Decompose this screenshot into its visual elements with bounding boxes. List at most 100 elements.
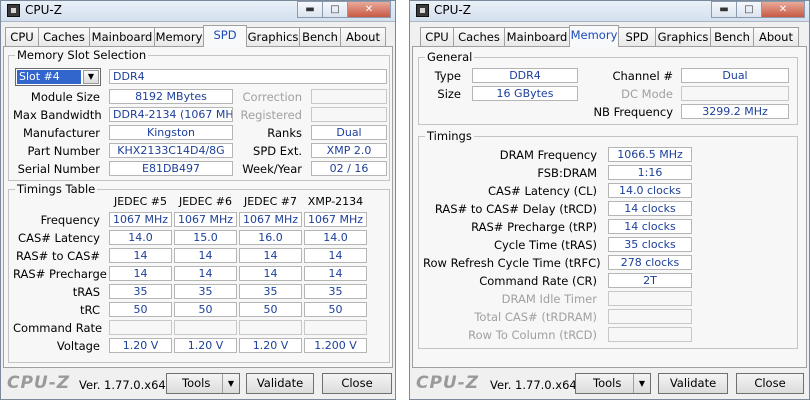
cpuz-logo: CPU-Z	[7, 373, 71, 393]
tab-memory[interactable]: Memory	[569, 25, 619, 47]
window-title: CPU-Z	[434, 3, 471, 17]
chevron-down-icon[interactable]: ▼	[222, 374, 239, 393]
manufacturer-field: Kingston	[109, 125, 233, 140]
timing-row-label: tRC	[80, 303, 100, 317]
tab-caches[interactable]: Caches	[38, 27, 90, 46]
timings-table-group: Timings Table JEDEC #5 JEDEC #6 JEDEC #7…	[8, 182, 390, 363]
correction-label: Correction	[242, 90, 303, 104]
group-title: General	[425, 50, 475, 64]
spd-ext-label: SPD Ext.	[253, 144, 302, 158]
timing-cell: 50	[239, 302, 302, 317]
tab-bench[interactable]: Bench	[710, 27, 754, 46]
ranks-label: Ranks	[267, 126, 302, 140]
title-bar[interactable]: CPU-Z ▬ □ ✕	[1, 1, 395, 22]
tools-button[interactable]: Tools ▼	[166, 373, 240, 394]
tab-graphics[interactable]: Graphics	[655, 27, 711, 46]
tab-mainboard[interactable]: Mainboard	[504, 27, 570, 46]
module-size-label: Module Size	[30, 90, 100, 104]
timing-cell: 1.20 V	[174, 338, 237, 353]
timing-row-label: RAS# to CAS#	[15, 249, 100, 263]
column-header: JEDEC #5	[113, 195, 167, 208]
maximize-icon[interactable]: □	[322, 1, 348, 18]
tab-memory[interactable]: Memory	[154, 27, 204, 46]
tab-cpu[interactable]: CPU	[420, 27, 454, 46]
bottom-bar: CPU-Z Ver. 1.77.0.x64 Tools ▼ Validate C…	[410, 369, 809, 399]
timing-cell: 1067 MHz	[109, 212, 172, 227]
close-icon[interactable]: ✕	[347, 1, 391, 18]
maximize-icon[interactable]: □	[736, 1, 762, 18]
memory-slot-selection-group: Memory Slot Selection Slot #4 ▼ DDR4 Mod…	[8, 48, 390, 181]
version-label: Ver. 1.77.0.x64	[79, 378, 166, 392]
type-field: DDR4	[472, 68, 578, 83]
cas-latency-label: CAS# Latency (CL)	[487, 184, 597, 198]
tab-about[interactable]: About	[340, 27, 386, 46]
command-rate-label: Command Rate (CR)	[479, 274, 597, 288]
bottom-bar: CPU-Z Ver. 1.77.0.x64 Tools ▼ Validate C…	[1, 369, 395, 399]
cas-latency-field: 14.0 clocks	[608, 183, 692, 198]
fsb-dram-field: 1:16	[608, 165, 692, 180]
tab-cpu[interactable]: CPU	[5, 27, 39, 46]
general-group: General Type DDR4 Size 16 GBytes Channel…	[418, 50, 798, 125]
tab-about[interactable]: About	[753, 27, 799, 46]
slot-select[interactable]: Slot #4 ▼	[15, 68, 101, 86]
validate-button[interactable]: Validate	[658, 373, 728, 394]
timing-row-label: RAS# Precharge	[13, 267, 107, 281]
timing-cell: 14.0	[304, 230, 367, 245]
window-gap	[396, 0, 409, 400]
tab-spd[interactable]: SPD	[618, 27, 656, 46]
title-bar[interactable]: CPU-Z ▬ □ ✕	[410, 1, 809, 22]
max-bandwidth-label: Max Bandwidth	[13, 108, 102, 122]
timing-row-label: CAS# Latency	[18, 231, 100, 245]
dc-mode-field	[681, 86, 789, 101]
cpuz-app-icon	[7, 4, 20, 17]
close-icon[interactable]: ✕	[761, 1, 805, 18]
timing-cell: 35	[239, 284, 302, 299]
group-title: Memory Slot Selection	[15, 48, 149, 62]
trfc-label: Row Refresh Cycle Time (tRFC)	[423, 256, 601, 270]
tab-graphics[interactable]: Graphics	[246, 27, 300, 46]
minimize-icon[interactable]: ▬	[711, 1, 737, 18]
trcd-field: 14 clocks	[608, 201, 692, 216]
timing-cell: 35	[174, 284, 237, 299]
row-to-column-field	[608, 327, 692, 342]
row-to-column-label: Row To Column (tRCD)	[468, 328, 597, 342]
dram-idle-timer-label: DRAM Idle Timer	[501, 292, 597, 306]
tab-mainboard[interactable]: Mainboard	[89, 27, 155, 46]
registered-field	[311, 107, 387, 122]
minimize-icon[interactable]: ▬	[297, 1, 323, 18]
tab-bench[interactable]: Bench	[299, 27, 341, 46]
trfc-field: 278 clocks	[608, 255, 692, 270]
timing-cell: 16.0	[239, 230, 302, 245]
close-button[interactable]: Close	[322, 373, 392, 394]
chevron-down-icon[interactable]: ▼	[633, 374, 650, 393]
validate-button[interactable]: Validate	[246, 373, 314, 394]
timing-cell: 35	[109, 284, 172, 299]
cpuz-window-memory: CPU-Z ▬ □ ✕ CPU Caches Mainboard Memory …	[409, 0, 810, 400]
part-number-field: KHX2133C14D4/8G	[109, 143, 233, 158]
window-title: CPU-Z	[25, 3, 62, 17]
column-header: JEDEC #7	[243, 195, 297, 208]
cpuz-logo: CPU-Z	[416, 373, 480, 393]
timing-cell: 14	[174, 248, 237, 263]
tools-button[interactable]: Tools ▼	[575, 373, 651, 394]
tab-spd[interactable]: SPD	[203, 25, 247, 47]
column-header: XMP-2134	[307, 195, 364, 208]
timing-cell: 14	[174, 266, 237, 281]
timing-cell: 1.20 V	[109, 338, 172, 353]
module-type-field: DDR4	[109, 69, 387, 84]
channel-label: Channel #	[612, 69, 673, 83]
slot-select-value: Slot #4	[17, 70, 81, 84]
tab-caches[interactable]: Caches	[453, 27, 505, 46]
timing-cell: 1067 MHz	[174, 212, 237, 227]
timing-row-label: Command Rate	[13, 321, 103, 335]
serial-number-label: Serial Number	[17, 162, 100, 176]
timing-cell: 1067 MHz	[304, 212, 367, 227]
type-label: Type	[434, 69, 461, 83]
chevron-down-icon[interactable]: ▼	[83, 70, 99, 84]
timing-cell	[109, 320, 172, 335]
tras-field: 35 clocks	[608, 237, 692, 252]
close-button[interactable]: Close	[736, 373, 804, 394]
spd-panel: Memory Slot Selection Slot #4 ▼ DDR4 Mod…	[3, 46, 393, 368]
module-size-field: 8192 MBytes	[109, 89, 233, 104]
nb-frequency-label: NB Frequency	[593, 105, 673, 119]
